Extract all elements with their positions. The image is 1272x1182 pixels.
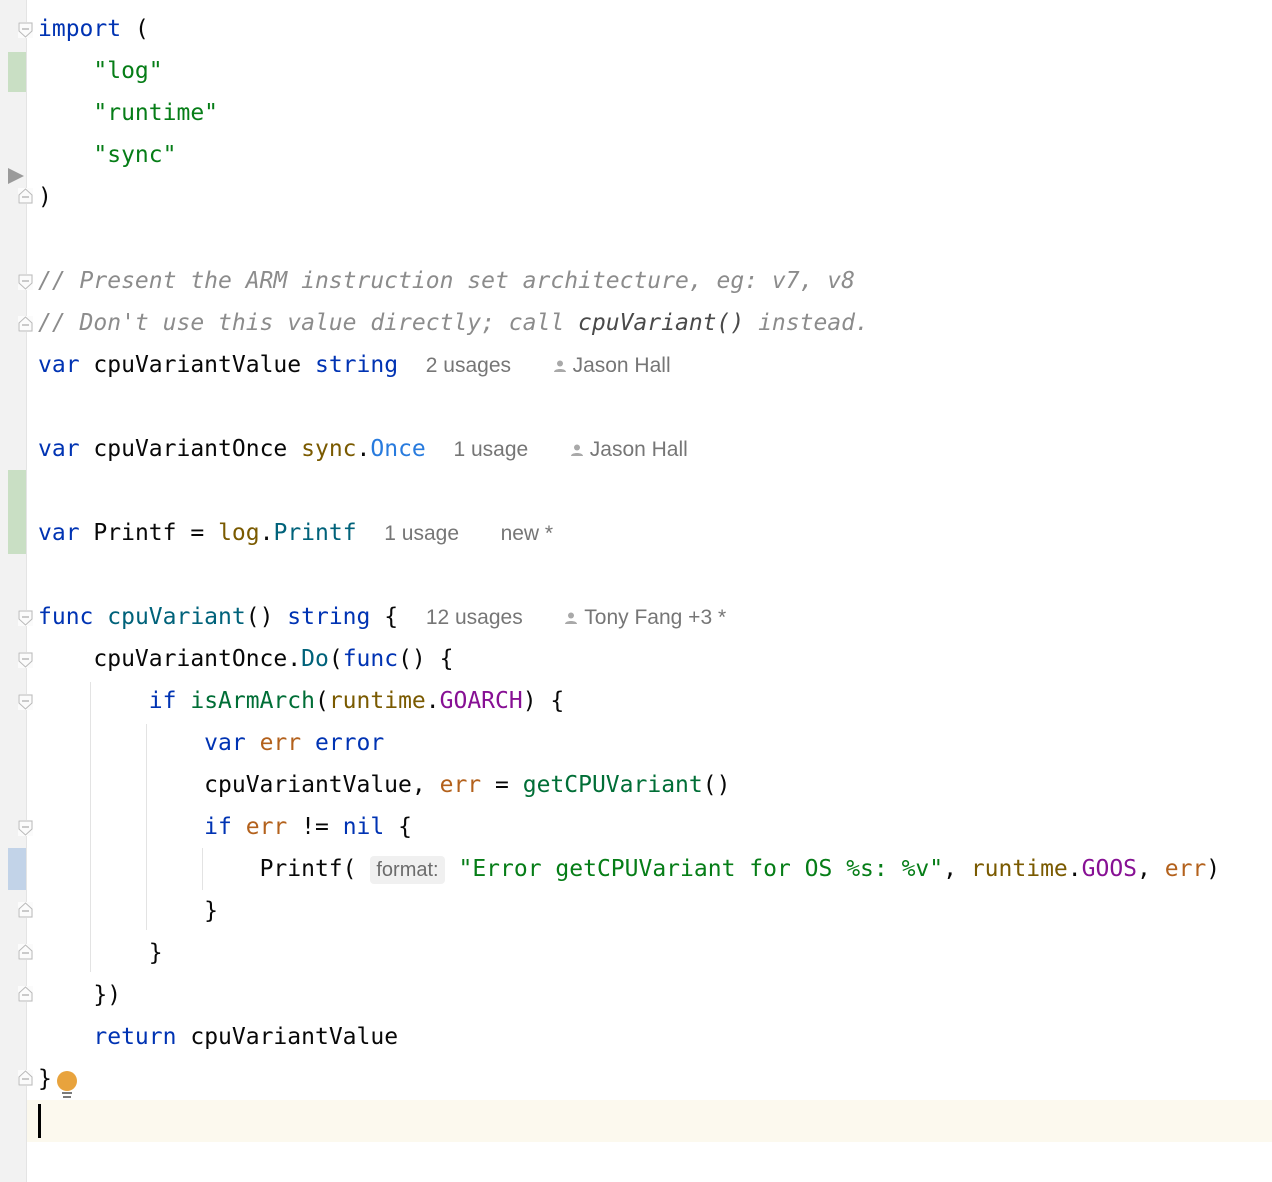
code-line-printf-call[interactable]: Printf( format: "Error getCPUVariant for… xyxy=(38,848,1220,890)
author-annotation[interactable]: new * xyxy=(501,522,554,545)
fold-icon[interactable] xyxy=(18,820,33,836)
author-annotation[interactable]: Jason Hall xyxy=(553,354,671,377)
code-line-if-err[interactable]: if err != nil { xyxy=(38,806,412,848)
code-line-import-sync[interactable]: "sync" xyxy=(38,134,176,176)
fold-icon[interactable] xyxy=(18,316,33,332)
usages-link[interactable]: 12 usages xyxy=(426,606,523,629)
run-arrow-icon[interactable] xyxy=(8,168,24,184)
code-line-var-cpuvariantvalue[interactable]: var cpuVariantValue string 2 usages Jaso… xyxy=(38,344,671,386)
code-line-close-brace[interactable]: } xyxy=(38,932,163,974)
person-icon xyxy=(553,360,566,372)
current-line-highlight xyxy=(27,1100,1272,1142)
fold-icon[interactable] xyxy=(18,188,33,204)
code-line-import-close[interactable]: ) xyxy=(38,176,52,218)
fold-icon[interactable] xyxy=(18,902,33,918)
fold-icon[interactable] xyxy=(18,1070,33,1086)
code-line-var-printf[interactable]: var Printf = log.Printf 1 usage new * xyxy=(38,512,553,554)
usages-link[interactable]: 1 usage xyxy=(384,522,459,545)
code-line-close-brace[interactable]: } xyxy=(38,890,218,932)
usages-link[interactable]: 1 usage xyxy=(453,438,528,461)
vcs-modified-marker[interactable] xyxy=(8,848,26,890)
code-line-comment[interactable]: // Don't use this value directly; call c… xyxy=(38,302,869,344)
fold-icon[interactable] xyxy=(18,22,33,38)
code-line-return[interactable]: return cpuVariantValue xyxy=(38,1016,398,1058)
code-line-import-log[interactable]: "log" xyxy=(38,50,162,92)
person-icon xyxy=(570,444,583,456)
usages-link[interactable]: 2 usages xyxy=(426,354,511,377)
code-line-var-err[interactable]: var err error xyxy=(38,722,384,764)
fold-icon[interactable] xyxy=(18,652,33,668)
code-line-close-brace[interactable]: } xyxy=(38,1058,52,1100)
vcs-added-marker[interactable] xyxy=(8,52,26,92)
code-line-once-do[interactable]: cpuVariantOnce.Do(func() { xyxy=(38,638,453,680)
author-annotation[interactable]: Tony Fang +3 * xyxy=(564,606,726,629)
code-line-import-runtime[interactable]: "runtime" xyxy=(38,92,218,134)
code-line-assign[interactable]: cpuVariantValue, err = getCPUVariant() xyxy=(38,764,730,806)
text-caret xyxy=(38,1104,41,1138)
fold-icon[interactable] xyxy=(18,694,33,710)
code-line-if-isarmarch[interactable]: if isArmArch(runtime.GOARCH) { xyxy=(38,680,564,722)
vcs-added-marker[interactable] xyxy=(8,470,26,554)
person-icon xyxy=(565,612,578,624)
code-line-close-func[interactable]: }) xyxy=(38,974,121,1016)
code-line-var-cpuvariantonce[interactable]: var cpuVariantOnce sync.Once 1 usage Jas… xyxy=(38,428,688,470)
code-line-import[interactable]: import ( xyxy=(38,8,149,50)
code-line-func-cpuvariant[interactable]: func cpuVariant() string { 12 usages Ton… xyxy=(38,596,726,638)
fold-icon[interactable] xyxy=(18,986,33,1002)
code-line-comment[interactable]: // Present the ARM instruction set archi… xyxy=(38,260,855,302)
fold-icon[interactable] xyxy=(18,610,33,626)
author-annotation[interactable]: Jason Hall xyxy=(570,438,688,461)
parameter-hint: format: xyxy=(370,856,445,884)
fold-icon[interactable] xyxy=(18,274,33,290)
fold-icon[interactable] xyxy=(18,944,33,960)
lightbulb-icon[interactable] xyxy=(56,1070,78,1100)
